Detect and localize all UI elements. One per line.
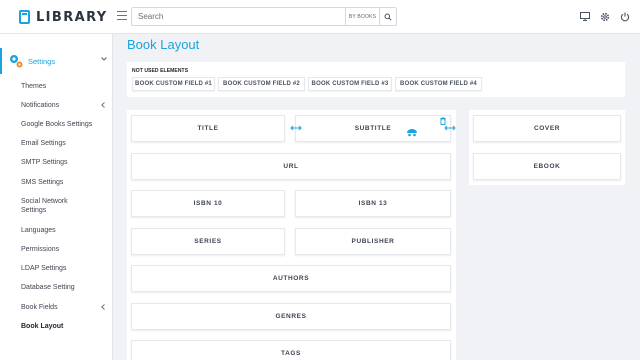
unused-elements-title: NOT USED ELEMENTS — [132, 68, 189, 74]
sidebar-item-social-network-settings[interactable]: Social Network Settings — [21, 197, 68, 215]
sidebar: Settings Themes Notifications Google Boo… — [0, 34, 113, 360]
search-scope-dropdown[interactable]: BY BOOKS — [345, 8, 379, 25]
layout-field-subtitle[interactable]: SUBTITLE — [295, 115, 451, 142]
sidebar-item-label: Book Layout — [21, 323, 64, 330]
book-icon — [19, 10, 30, 24]
page-title: Book Layout — [127, 37, 200, 52]
sidebar-item-label: Settings — [28, 56, 56, 66]
sidebar-item-themes[interactable]: Themes — [21, 82, 46, 91]
sidebar-item-email-settings[interactable]: Email Settings — [21, 139, 66, 148]
search-icon — [384, 13, 392, 21]
layout-field-title[interactable]: TITLE — [131, 115, 285, 142]
layout-field-isbn10[interactable]: ISBN 10 — [131, 190, 285, 217]
sidebar-item-label: SMTP Settings — [21, 159, 68, 166]
layout-field-publisher[interactable]: PUBLISHER — [295, 228, 451, 255]
sidebar-item-label: SMS Settings — [21, 179, 64, 186]
sidebar-item-database-setting[interactable]: Database Setting — [21, 283, 75, 292]
sidebar-item-permissions[interactable]: Permissions — [21, 245, 59, 254]
search-bar: BY BOOKS — [131, 7, 397, 26]
unused-field-chip[interactable]: BOOK CUSTOM FIELD #1 — [132, 77, 215, 91]
layout-field-isbn13[interactable]: ISBN 13 — [295, 190, 451, 217]
chevron-down-icon — [101, 57, 107, 61]
sidebar-item-languages[interactable]: Languages — [21, 226, 56, 235]
sidebar-item-label: Notifications — [21, 102, 60, 109]
sidebar-item-google-books-settings[interactable]: Google Books Settings — [21, 120, 92, 129]
trash-icon[interactable] — [440, 117, 446, 125]
layout-field-ebook[interactable]: EBOOK — [473, 153, 621, 180]
sidebar-item-label: Social Network — [21, 198, 68, 205]
monitor-icon[interactable] — [579, 11, 590, 22]
unused-field-chip[interactable]: BOOK CUSTOM FIELD #4 — [395, 77, 482, 91]
app-logo[interactable]: LIBRARY — [19, 9, 108, 25]
sidebar-item-label: Themes — [21, 83, 47, 90]
top-header: LIBRARY BY BOOKS — [0, 0, 640, 34]
power-icon[interactable] — [619, 11, 630, 22]
sidebar-item-notifications[interactable]: Notifications — [21, 101, 59, 110]
sidebar-item-label: Email Settings — [21, 140, 66, 147]
chevron-left-icon — [101, 304, 105, 310]
unused-field-chip[interactable]: BOOK CUSTOM FIELD #2 — [218, 77, 305, 91]
layout-field-authors[interactable]: AUTHORS — [131, 265, 451, 292]
layout-field-cover[interactable]: COVER — [473, 115, 621, 142]
logo-text: LIBRARY — [36, 9, 108, 25]
layout-field-genres[interactable]: GENRES — [131, 303, 451, 330]
unused-field-chip[interactable]: BOOK CUSTOM FIELD #3 — [308, 77, 392, 91]
sidebar-item-label: Google Books Settings — [21, 121, 93, 128]
sidebar-item-book-fields[interactable]: Book Fields — [21, 303, 58, 312]
layout-field-url[interactable]: URL — [131, 153, 451, 180]
unused-elements-panel: NOT USED ELEMENTS BOOK CUSTOM FIELD #1 B… — [127, 62, 625, 97]
sidebar-item-label: Book Fields — [21, 304, 58, 311]
resize-right-icon[interactable] — [444, 124, 456, 132]
resize-left-icon[interactable] — [290, 124, 302, 132]
sidebar-item-label: Permissions — [21, 246, 60, 253]
sidebar-item-smtp-settings[interactable]: SMTP Settings — [21, 158, 68, 167]
sidebar-item-label: Languages — [21, 227, 56, 234]
sidebar-item-label: LDAP Settings — [21, 265, 67, 272]
gears-icon — [10, 55, 23, 68]
sidebar-item-book-layout[interactable]: Book Layout — [21, 322, 63, 331]
sidebar-item-label: Settings — [21, 207, 47, 214]
sidebar-item-ldap-settings[interactable]: LDAP Settings — [21, 264, 66, 273]
search-input[interactable] — [132, 8, 345, 25]
sidebar-item-settings[interactable]: Settings — [0, 48, 113, 74]
search-button[interactable] — [379, 8, 396, 25]
gear-icon[interactable] — [599, 11, 610, 22]
sidebar-item-label: Database Setting — [21, 284, 75, 291]
sidebar-item-sms-settings[interactable]: SMS Settings — [21, 178, 63, 187]
chevron-left-icon — [101, 102, 105, 108]
menu-toggle-icon[interactable] — [117, 11, 127, 20]
layout-field-series[interactable]: SERIES — [131, 228, 285, 255]
layout-field-tags[interactable]: TAGS — [131, 340, 451, 360]
drag-handle-icon[interactable] — [406, 128, 418, 137]
